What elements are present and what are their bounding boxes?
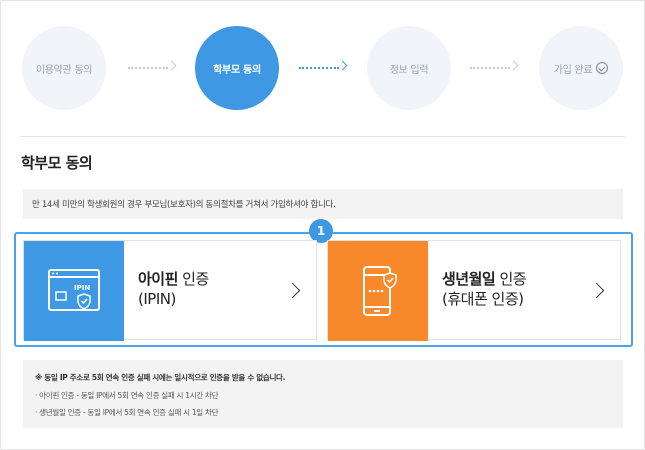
chevron-right-icon: [588, 282, 605, 299]
step-label: 학부모 동의: [213, 64, 261, 76]
phone-icon-box: [328, 241, 428, 341]
birthdate-card-subtitle: (휴대폰 인증): [442, 290, 524, 308]
notice-box: 만 14세 미만의 학생회원의 경우 부모님(보호자)의 동의절차를 거쳐서 가…: [23, 189, 623, 219]
step-terms: 이용약관 동의: [22, 26, 106, 110]
ipin-icon-text: IPIN: [74, 284, 90, 292]
ipin-card-text: 아이핀 인증 (IPIN): [138, 269, 209, 309]
ipin-card-title-rest: 인증: [177, 270, 209, 288]
list-item: · 아이핀 인증 - 동일 IP에서 5회 연속 인증 실패 시 1시간 차단: [35, 391, 219, 400]
notice-text: 만 14세 미만의 학생회원의 경우 부모님(보호자)의 동의절차를 거쳐서 가…: [32, 200, 336, 210]
ipin-icon-box: IPIN: [24, 241, 124, 341]
step-parent-consent: 학부모 동의: [195, 26, 279, 110]
ipin-card-title-bold: 아이핀: [138, 270, 178, 288]
step-connector: [128, 67, 168, 69]
step-complete: 가입 완료: [539, 26, 623, 110]
chevron-right-icon: [284, 282, 301, 299]
list-item: · 생년월일 인증 - 동일 IP에서 5회 연속 인증 실패 시 1일 차단: [35, 408, 219, 417]
divider: [20, 136, 625, 137]
birthdate-card-text: 생년월일 인증 (휴대폰 인증): [442, 269, 527, 309]
info-box: ※ 동일 IP 주소로 5회 연속 인증 실패 시에는 일시적으로 인증을 받을…: [23, 360, 623, 428]
step-arrow-icon: [337, 60, 348, 71]
birthdate-auth-card[interactable]: 생년월일 인증 (휴대폰 인증): [327, 240, 621, 341]
step-connector: [299, 67, 339, 69]
birthdate-card-title-rest: 인증: [495, 270, 527, 288]
step-label: 가입 완료: [553, 64, 593, 76]
birthdate-card-title-bold: 생년월일: [442, 270, 496, 288]
step-connector: [470, 67, 510, 69]
info-item-birthdate: 생년월일 인증 - 동일 IP에서 5회 연속 인증 실패 시 1일 차단: [39, 408, 219, 417]
page-title: 학부모 동의: [21, 154, 93, 172]
ipin-window-icon: IPIN: [48, 269, 100, 311]
step-info-input: 정보 입력: [367, 26, 451, 110]
step-label: 정보 입력: [389, 64, 429, 76]
check-circle-icon: [596, 62, 609, 74]
info-warning: ※ 동일 IP 주소로 5회 연속 인증 실패 시에는 일시적으로 인증을 받을…: [35, 373, 286, 382]
step-arrow-icon: [166, 60, 177, 71]
ipin-card-subtitle: (IPIN): [138, 290, 176, 308]
step-indicator: 이용약관 동의 학부모 동의 정보 입력 가입 완료: [0, 0, 645, 135]
phone-shield-icon: [363, 266, 397, 316]
step-arrow-icon: [508, 60, 519, 71]
ipin-auth-card[interactable]: IPIN 아이핀 인증 (IPIN): [23, 240, 317, 341]
step-label: 이용약관 동의: [35, 64, 93, 76]
info-item-ipin: 아이핀 인증 - 동일 IP에서 5회 연속 인증 실패 시 1시간 차단: [39, 391, 219, 400]
